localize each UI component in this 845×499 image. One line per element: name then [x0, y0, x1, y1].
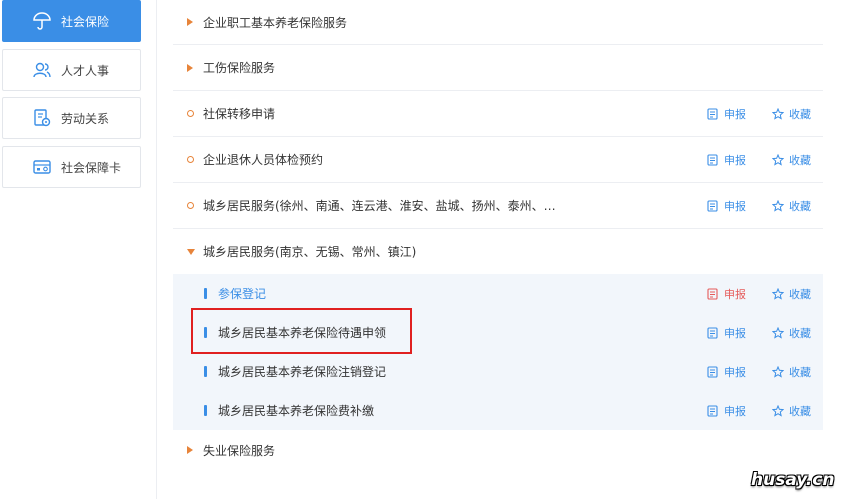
star-icon	[772, 153, 784, 166]
circle-bullet-icon	[187, 110, 203, 117]
sidebar-item-talent-personnel[interactable]: 人才人事	[2, 49, 141, 91]
service-category-row[interactable]: 企业职工基本养老保险服务	[173, 0, 823, 45]
apply-label: 申报	[724, 153, 746, 167]
sub-service-row[interactable]: 参保登记 申报 收藏	[173, 274, 823, 313]
sidebar-item-labor-relations[interactable]: 劳动关系	[2, 97, 141, 139]
service-label: 工伤保险服务	[203, 61, 276, 75]
form-icon	[707, 199, 719, 212]
service-label: 城乡居民服务(徐州、南通、连云港、淮安、盐城、扬州、泰州、…	[203, 199, 556, 213]
favorite-label: 收藏	[789, 107, 811, 121]
service-category-row[interactable]: 工伤保险服务	[173, 45, 823, 91]
favorite-button[interactable]: 收藏	[772, 152, 811, 168]
apply-label: 申报	[724, 199, 746, 213]
sub-service-label[interactable]: 城乡居民基本养老保险费补缴	[218, 402, 374, 419]
people-icon	[31, 59, 53, 81]
star-icon	[772, 404, 784, 417]
favorite-button[interactable]: 收藏	[772, 364, 811, 380]
service-label: 企业退休人员体检预约	[203, 153, 324, 167]
form-icon	[707, 326, 719, 339]
favorite-label: 收藏	[789, 287, 811, 301]
sub-item-bar	[204, 405, 207, 416]
apply-button[interactable]: 申报	[707, 198, 746, 214]
favorite-button[interactable]: 收藏	[772, 403, 811, 419]
favorite-label: 收藏	[789, 199, 811, 213]
apply-button[interactable]: 申报	[707, 106, 746, 122]
apply-button[interactable]: 申报	[707, 403, 746, 419]
collapse-arrow-icon	[187, 248, 203, 255]
sub-service-label[interactable]: 城乡居民基本养老保险待遇申领	[218, 324, 386, 341]
watermark: husay.cn	[751, 470, 835, 490]
expand-arrow-icon	[187, 63, 203, 72]
sub-item-bar	[204, 288, 207, 299]
sub-service-row[interactable]: 城乡居民基本养老保险费补缴 申报 收藏	[173, 391, 823, 430]
sidebar-item-label: 社会保障卡	[61, 160, 122, 175]
favorite-label: 收藏	[789, 153, 811, 167]
star-icon	[772, 365, 784, 378]
sub-service-row[interactable]: 城乡居民基本养老保险注销登记 申报 收藏	[173, 352, 823, 391]
favorite-button[interactable]: 收藏	[772, 106, 811, 122]
circle-bullet-icon	[187, 202, 203, 209]
sidebar: 社会保险 人才人事 劳动关系 社会保障卡	[0, 0, 157, 499]
favorite-label: 收藏	[789, 404, 811, 418]
sub-item-bar	[204, 327, 207, 338]
sub-service-label[interactable]: 参保登记	[218, 285, 266, 302]
apply-label: 申报	[724, 404, 746, 418]
form-icon	[707, 153, 719, 166]
sidebar-item-label: 社会保险	[61, 14, 110, 29]
form-icon	[707, 404, 719, 417]
sidebar-item-social-security-card[interactable]: 社会保障卡	[2, 146, 141, 188]
favorite-button[interactable]: 收藏	[772, 198, 811, 214]
apply-label: 申报	[724, 107, 746, 121]
expand-arrow-icon	[187, 446, 203, 454]
umbrella-icon	[31, 10, 53, 32]
apply-button[interactable]: 申报	[707, 364, 746, 380]
form-icon	[707, 107, 719, 120]
service-item-row[interactable]: 社保转移申请 申报 收藏	[173, 91, 823, 137]
service-category-row-expanded[interactable]: 城乡居民服务(南京、无锡、常州、镇江)	[173, 229, 823, 274]
card-icon	[31, 156, 53, 178]
star-icon	[772, 326, 784, 339]
favorite-button[interactable]: 收藏	[772, 286, 811, 302]
service-item-row[interactable]: 城乡居民服务(徐州、南通、连云港、淮安、盐城、扬州、泰州、… 申报 收藏	[173, 183, 823, 229]
sub-service-row[interactable]: 城乡居民基本养老保险待遇申领 申报 收藏	[173, 313, 823, 352]
favorite-button[interactable]: 收藏	[772, 325, 811, 341]
favorite-label: 收藏	[789, 326, 811, 340]
sub-service-list: 参保登记 申报 收藏 城乡居民基本养老保险待遇申领 申报 收藏 城乡居民基本养老…	[173, 274, 823, 430]
favorite-label: 收藏	[789, 365, 811, 379]
apply-label: 申报	[724, 287, 746, 301]
apply-label: 申报	[724, 365, 746, 379]
sub-item-bar	[204, 366, 207, 377]
sidebar-item-label: 劳动关系	[61, 111, 110, 126]
star-icon	[772, 287, 784, 300]
document-gear-icon	[31, 107, 53, 129]
service-label: 城乡居民服务(南京、无锡、常州、镇江)	[203, 245, 417, 259]
form-icon	[707, 365, 719, 378]
sidebar-item-label: 人才人事	[61, 63, 110, 78]
form-icon	[707, 287, 719, 300]
apply-button[interactable]: 申报	[707, 152, 746, 168]
service-item-row[interactable]: 企业退休人员体检预约 申报 收藏	[173, 137, 823, 183]
service-list: 企业职工基本养老保险服务 工伤保险服务 社保转移申请 申报 收藏 企业退休人员体…	[173, 0, 823, 470]
expand-arrow-icon	[187, 18, 203, 26]
sub-service-label[interactable]: 城乡居民基本养老保险注销登记	[218, 363, 386, 380]
apply-button[interactable]: 申报	[707, 325, 746, 341]
service-label: 企业职工基本养老保险服务	[203, 15, 348, 30]
circle-bullet-icon	[187, 156, 203, 163]
star-icon	[772, 107, 784, 120]
star-icon	[772, 199, 784, 212]
service-label: 失业保险服务	[203, 443, 276, 458]
service-label: 社保转移申请	[203, 107, 276, 121]
service-category-row[interactable]: 失业保险服务	[173, 430, 823, 470]
sidebar-item-social-insurance[interactable]: 社会保险	[2, 0, 141, 42]
apply-button[interactable]: 申报	[707, 286, 746, 302]
apply-label: 申报	[724, 326, 746, 340]
